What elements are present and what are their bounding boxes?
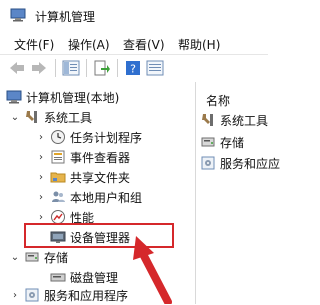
result-item-system-tools[interactable]: 系统工具 — [200, 111, 268, 129]
svg-text:?: ? — [130, 63, 136, 76]
chevron-right-icon[interactable]: › — [10, 290, 20, 301]
back-arrow-icon[interactable] — [8, 59, 26, 77]
window-title: 计算机管理 — [35, 10, 96, 24]
tools-icon — [200, 112, 216, 128]
export-icon[interactable] — [93, 59, 111, 77]
tree-disk-management-label: 磁盘管理 — [70, 270, 119, 285]
shared-folder-icon — [50, 169, 66, 185]
pointer-arrow-icon — [133, 236, 172, 304]
tree-system-tools[interactable]: ⌄ 系统工具 — [10, 107, 92, 127]
result-item-label: 系统工具 — [220, 113, 269, 128]
chevron-right-icon[interactable]: › — [36, 132, 46, 143]
tree-shared-folders[interactable]: › 共享文件夹 — [36, 167, 130, 187]
chevron-right-icon[interactable]: › — [36, 192, 46, 203]
storage-icon — [24, 249, 40, 265]
result-item-label: 服务和应应 — [220, 156, 281, 171]
toolbar: ? — [0, 54, 268, 83]
tree-services-apps[interactable]: › 服务和应用程序 — [10, 285, 128, 305]
tree-services-apps-label: 服务和应用程序 — [44, 288, 129, 303]
chevron-right-icon[interactable]: › — [36, 172, 46, 183]
toolbar-divider — [117, 59, 118, 77]
tools-icon — [24, 109, 40, 125]
tree-storage[interactable]: ⌄ 存储 — [10, 247, 68, 267]
show-tree-icon[interactable] — [62, 59, 80, 77]
chevron-right-icon[interactable]: › — [36, 212, 46, 223]
chevron-down-icon[interactable]: ⌄ — [10, 252, 20, 263]
tree-task-scheduler-label: 任务计划程序 — [70, 130, 143, 145]
users-icon — [50, 189, 66, 205]
menu-help[interactable]: 帮助(H) — [178, 36, 220, 53]
tree-event-viewer-label: 事件查看器 — [70, 150, 131, 165]
result-item-storage[interactable]: 存储 — [200, 133, 244, 151]
result-item-services[interactable]: 服务和应应 — [200, 154, 280, 172]
tree-storage-label: 存储 — [44, 250, 69, 265]
forward-arrow-icon[interactable] — [30, 59, 48, 77]
column-header-name: 名称 — [206, 94, 231, 108]
tree-disk-management[interactable]: 磁盘管理 — [50, 267, 118, 287]
computer-management-icon — [10, 8, 26, 22]
menu-view[interactable]: 查看(V) — [123, 36, 165, 53]
toolbar-divider — [55, 59, 56, 77]
tree-shared-folders-label: 共享文件夹 — [70, 170, 131, 185]
result-item-label: 存储 — [220, 135, 245, 150]
chevron-right-icon[interactable]: › — [36, 152, 46, 163]
disk-icon — [50, 269, 66, 285]
storage-icon — [200, 134, 216, 150]
tree-root[interactable]: 计算机管理(本地) — [6, 87, 119, 107]
event-viewer-icon — [50, 149, 66, 165]
tree-event-viewer[interactable]: › 事件查看器 — [36, 147, 130, 167]
clock-icon — [50, 129, 66, 145]
computer-management-icon — [6, 89, 22, 105]
help-icon[interactable]: ? — [124, 59, 142, 77]
services-icon — [200, 155, 216, 171]
tree-local-users-label: 本地用户和组 — [70, 190, 143, 205]
menu-action[interactable]: 操作(A) — [68, 36, 110, 53]
tree-system-tools-label: 系统工具 — [44, 110, 93, 125]
toolbar-divider — [86, 59, 87, 77]
services-icon — [24, 287, 40, 303]
menu-bar: 文件(F) 操作(A) 查看(V) 帮助(H) — [0, 32, 268, 54]
title-bar: 计算机管理 — [0, 0, 268, 31]
details-view-icon[interactable] — [146, 59, 164, 77]
tree-task-scheduler[interactable]: › 任务计划程序 — [36, 127, 142, 147]
chevron-down-icon[interactable]: ⌄ — [10, 112, 20, 123]
tree-local-users[interactable]: › 本地用户和组 — [36, 187, 142, 207]
menu-file[interactable]: 文件(F) — [14, 36, 54, 53]
tree-root-label: 计算机管理(本地) — [26, 90, 120, 105]
